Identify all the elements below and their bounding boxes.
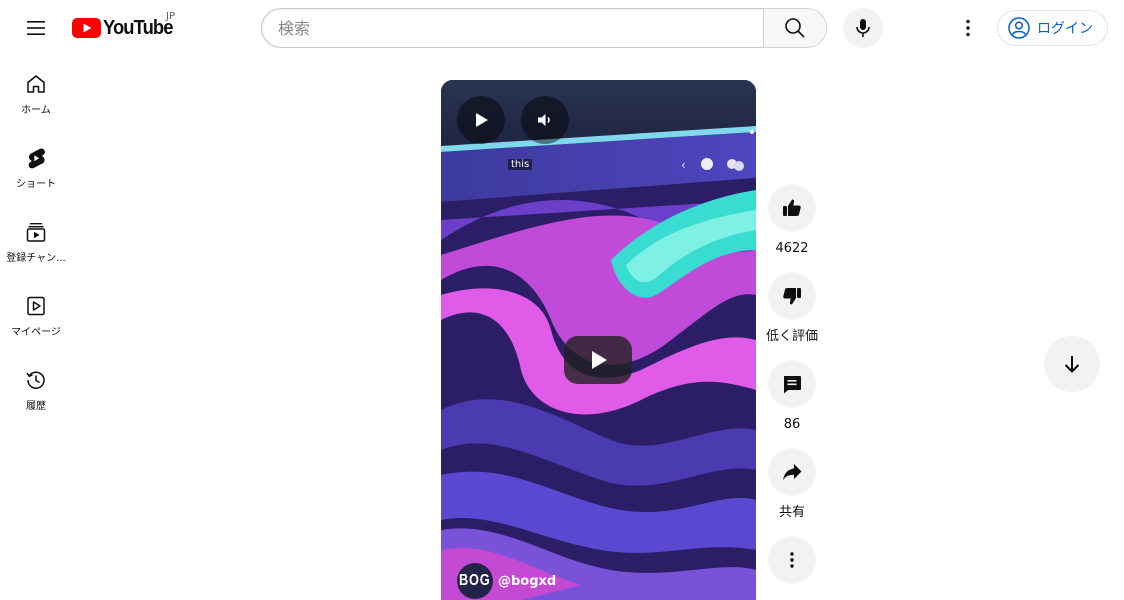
logo-wordmark: YouTube xyxy=(103,16,173,39)
search-input[interactable] xyxy=(261,8,763,48)
microphone-icon xyxy=(856,19,870,37)
guide-label-home: ホーム xyxy=(21,105,51,116)
mini-guide: ホーム ショート 登録チャン... マイページ 履歴 xyxy=(0,56,72,426)
guide-label-history: 履歴 xyxy=(26,401,46,412)
account-circle-icon xyxy=(1008,17,1030,39)
home-icon xyxy=(27,75,45,93)
share-label: 共有 xyxy=(778,505,805,520)
share-button[interactable] xyxy=(768,448,816,496)
volume-icon xyxy=(538,114,550,126)
login-button[interactable]: ログイン xyxy=(997,10,1108,46)
guide-item-subscriptions[interactable]: 登録チャン... xyxy=(4,204,68,278)
subscriptions-icon xyxy=(26,223,46,242)
comment-count: 86 xyxy=(783,417,801,432)
masthead: YouTube JP ログイン xyxy=(0,0,1124,56)
comment-icon xyxy=(784,376,801,394)
comment-action: 86 xyxy=(762,360,822,436)
volume-button[interactable] xyxy=(521,96,569,144)
thumb-down-icon xyxy=(783,288,801,305)
country-code: JP xyxy=(166,11,175,22)
youtube-play-logo-icon xyxy=(72,18,101,38)
guide-label-you: マイページ xyxy=(11,327,61,338)
youtube-logo[interactable]: YouTube JP xyxy=(72,11,179,40)
channel-avatar[interactable]: BOG xyxy=(457,563,493,599)
like-action: 4622 xyxy=(762,184,822,260)
channel-avatar-text: BOG xyxy=(459,572,491,589)
share-icon xyxy=(783,464,802,481)
guide-item-history[interactable]: 履歴 xyxy=(4,352,68,426)
guide-item-you[interactable]: マイページ xyxy=(4,278,68,352)
play-icon xyxy=(592,351,607,369)
like-button[interactable] xyxy=(768,184,816,232)
comments-button[interactable] xyxy=(768,360,816,408)
shorts-icon xyxy=(28,148,45,169)
hamburger-menu-icon xyxy=(27,21,45,35)
guide-menu-button[interactable] xyxy=(16,8,56,48)
video-caption-text: this xyxy=(508,159,533,170)
channel-handle[interactable]: @bogxd xyxy=(498,574,556,589)
dislike-action: 低く評価 xyxy=(762,272,822,348)
login-label: ログイン xyxy=(1037,21,1093,37)
dislike-button[interactable] xyxy=(768,272,816,320)
play-pause-button[interactable] xyxy=(457,96,505,144)
you-icon xyxy=(27,296,45,316)
play-icon xyxy=(476,113,488,127)
channel-bar: BOG @bogxd xyxy=(457,563,556,599)
voice-search-button[interactable] xyxy=(843,8,883,48)
shorts-video-player[interactable]: ‹ this BOG @bogxd xyxy=(441,80,756,600)
history-icon xyxy=(26,371,45,389)
search-box xyxy=(261,8,827,48)
settings-menu-button[interactable] xyxy=(948,8,988,48)
thumb-up-icon xyxy=(783,199,801,216)
guide-label-subscriptions: 登録チャン... xyxy=(6,253,66,264)
like-count: 4622 xyxy=(775,241,809,256)
search-icon xyxy=(785,18,805,38)
guide-item-shorts[interactable]: ショート xyxy=(4,130,68,204)
search-button[interactable] xyxy=(763,8,827,48)
dislike-label: 低く評価 xyxy=(765,329,818,344)
more-vertical-icon xyxy=(966,19,970,37)
more-vertical-icon xyxy=(790,552,794,568)
guide-label-shorts: ショート xyxy=(16,179,56,190)
more-action xyxy=(762,536,822,584)
more-actions-button[interactable] xyxy=(768,536,816,584)
guide-item-home[interactable]: ホーム xyxy=(4,56,68,130)
svg-text:‹: ‹ xyxy=(681,158,686,172)
share-action: 共有 xyxy=(762,448,822,524)
arrow-down-icon xyxy=(1064,356,1080,373)
center-play-button[interactable] xyxy=(564,336,632,384)
next-video-button[interactable] xyxy=(1044,336,1100,392)
